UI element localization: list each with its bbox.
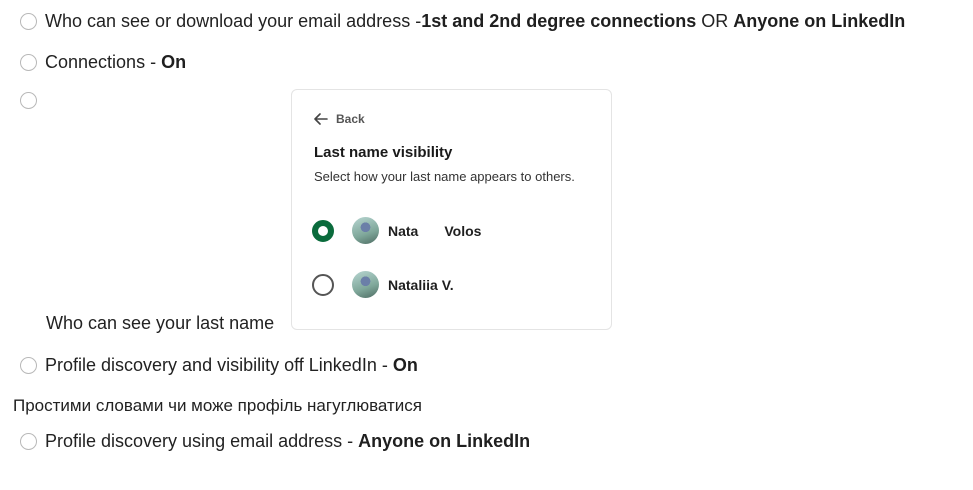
email-visibility-or: OR	[696, 11, 734, 31]
email-visibility-item: Who can see or download your email addre…	[20, 11, 905, 32]
back-link[interactable]: Back	[314, 112, 365, 126]
arrow-left-icon	[314, 113, 328, 125]
back-label: Back	[336, 112, 365, 126]
profile-discovery-off-text: Profile discovery and visibility off Lin…	[45, 355, 393, 375]
email-visibility-option-1: 1st and 2nd degree connections	[421, 11, 697, 31]
option-last-name: Volos	[444, 222, 482, 239]
panel-title: Last name visibility	[314, 144, 453, 161]
email-visibility-text: Who can see or download your email addre…	[45, 11, 422, 31]
connections-value: On	[161, 52, 187, 72]
avatar	[352, 271, 379, 298]
profile-discovery-off-item: Profile discovery and visibility off Lin…	[20, 355, 418, 376]
last-name-label: Who can see your last name	[46, 313, 275, 333]
connections-text: Connections -	[45, 52, 162, 72]
avatar	[352, 217, 379, 244]
radio-selected[interactable]	[312, 219, 334, 242]
option-initial-name: Nataliia V.	[388, 276, 454, 293]
connections-item: Connections - On	[20, 52, 186, 73]
option-first-name: Nata	[388, 222, 419, 239]
option-initial[interactable]: Nataliia V.	[312, 271, 454, 298]
profile-discovery-email-item: Profile discovery using email address - …	[20, 431, 530, 452]
last-name-item	[20, 92, 45, 109]
radio-profile-discovery-email[interactable]	[20, 433, 37, 450]
profile-discovery-email-text: Profile discovery using email address -	[45, 431, 359, 451]
radio-email-visibility[interactable]	[20, 13, 37, 30]
profile-discovery-email-value: Anyone on LinkedIn	[358, 431, 531, 451]
option-full-name[interactable]: Nata Volos	[312, 217, 481, 244]
panel-subtitle: Select how your last name appears to oth…	[314, 169, 575, 184]
radio-connections[interactable]	[20, 54, 37, 71]
email-visibility-option-2: Anyone on LinkedIn	[733, 11, 906, 31]
radio-unselected[interactable]	[312, 273, 334, 296]
last-name-visibility-panel: Back Last name visibility Select how you…	[291, 89, 612, 330]
radio-profile-discovery-off[interactable]	[20, 357, 37, 374]
profile-discovery-off-value: On	[392, 355, 418, 375]
note-text: Простими словами чи може профіль нагуглю…	[13, 396, 422, 415]
radio-last-name[interactable]	[20, 92, 37, 109]
